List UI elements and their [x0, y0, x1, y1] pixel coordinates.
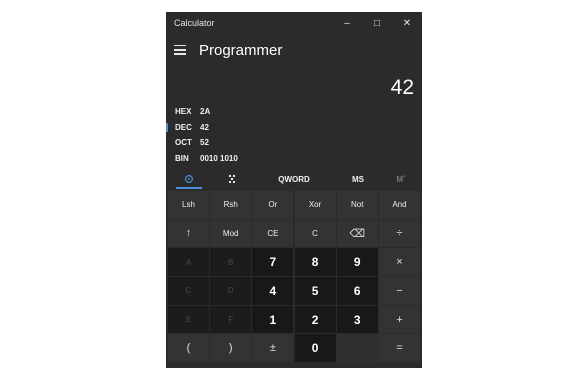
window-title: Calculator: [174, 18, 215, 28]
minimize-icon: –: [344, 17, 350, 29]
digit-4-button[interactable]: 4: [252, 277, 294, 305]
equals-button[interactable]: =: [378, 334, 420, 362]
radix-value: 0010 1010: [200, 153, 238, 163]
memory-store-button[interactable]: MS: [344, 169, 372, 189]
digit-7-button[interactable]: 7: [252, 248, 294, 276]
digit-6-button[interactable]: 6: [336, 277, 378, 305]
result-display: 42: [390, 76, 414, 99]
hamburger-menu-icon[interactable]: [174, 45, 186, 55]
mod-button[interactable]: Mod: [210, 219, 252, 248]
rsh-button[interactable]: Rsh: [210, 191, 252, 219]
open-paren-button[interactable]: (: [168, 334, 209, 362]
word-size-button[interactable]: QWORD: [269, 169, 319, 189]
title-bar: Calculator – □ ✕: [166, 12, 422, 34]
digit-2-button[interactable]: 2: [294, 305, 336, 334]
keypad-grid: Lsh Rsh Or Xor Not And ↑ Mod CE C ⌫ ÷ A …: [168, 191, 420, 366]
digit-9-button[interactable]: 9: [336, 248, 378, 276]
radix-row-oct[interactable]: OCT 52: [166, 135, 422, 151]
memory-view-button[interactable]: Mˇ: [388, 169, 414, 189]
digit-c-button[interactable]: C: [168, 277, 209, 305]
backspace-button[interactable]: ⌫: [336, 219, 378, 248]
minimize-button[interactable]: –: [332, 12, 362, 34]
radix-row-bin[interactable]: BIN 0010 1010: [166, 151, 422, 167]
digit-0-button[interactable]: 0: [294, 334, 336, 362]
lsh-button[interactable]: Lsh: [168, 191, 209, 219]
radix-label: HEX: [175, 107, 192, 116]
digit-8-button[interactable]: 8: [294, 248, 336, 276]
digit-5-button[interactable]: 5: [294, 277, 336, 305]
negate-button[interactable]: ±: [252, 334, 294, 362]
radix-label: OCT: [175, 138, 192, 147]
tab-full-keypad[interactable]: [174, 169, 204, 189]
close-paren-button[interactable]: ): [210, 334, 252, 362]
app-header: Programmer: [166, 38, 422, 66]
bit-toggling-icon: [229, 175, 235, 183]
digit-3-button[interactable]: 3: [336, 305, 378, 334]
radix-row-hex[interactable]: HEX 2A: [166, 104, 422, 120]
digit-a-button[interactable]: A: [168, 248, 209, 276]
radix-value: 42: [200, 122, 209, 132]
radix-row-dec[interactable]: DEC 42: [166, 120, 422, 136]
shift-up-button[interactable]: ↑: [168, 219, 209, 248]
not-button[interactable]: Not: [336, 191, 378, 219]
tab-bit-toggling[interactable]: [218, 169, 248, 189]
keypad-icon: [184, 174, 194, 184]
radix-value: 52: [200, 138, 209, 147]
divide-button[interactable]: ÷: [378, 219, 420, 248]
or-button[interactable]: Or: [252, 191, 294, 219]
digit-1-button[interactable]: 1: [252, 305, 294, 334]
decimal-button[interactable]: .: [336, 334, 378, 362]
page-title: Programmer: [199, 42, 283, 59]
subtract-button[interactable]: −: [378, 277, 420, 305]
clear-button[interactable]: C: [294, 219, 336, 248]
radix-value: 2A: [200, 107, 211, 116]
radix-list: HEX 2A DEC 42 OCT 52 BIN 0010 1010: [166, 104, 422, 166]
add-button[interactable]: +: [378, 305, 420, 334]
radix-label: DEC: [175, 122, 192, 132]
close-button[interactable]: ✕: [392, 12, 422, 34]
calculator-window: Calculator – □ ✕ Programmer 42 HEX 2A DE…: [166, 12, 422, 368]
digit-f-button[interactable]: F: [210, 305, 252, 334]
close-icon: ✕: [402, 17, 412, 29]
multiply-button[interactable]: ×: [378, 248, 420, 276]
maximize-icon: □: [373, 17, 381, 29]
keypad-toolbar: QWORD MS Mˇ: [166, 169, 422, 189]
clear-entry-button[interactable]: CE: [252, 219, 294, 248]
maximize-button[interactable]: □: [362, 12, 392, 34]
radix-label: BIN: [175, 153, 189, 163]
xor-button[interactable]: Xor: [294, 191, 336, 219]
digit-b-button[interactable]: B: [210, 248, 252, 276]
and-button[interactable]: And: [378, 191, 420, 219]
digit-d-button[interactable]: D: [210, 277, 252, 305]
digit-e-button[interactable]: E: [168, 305, 209, 334]
